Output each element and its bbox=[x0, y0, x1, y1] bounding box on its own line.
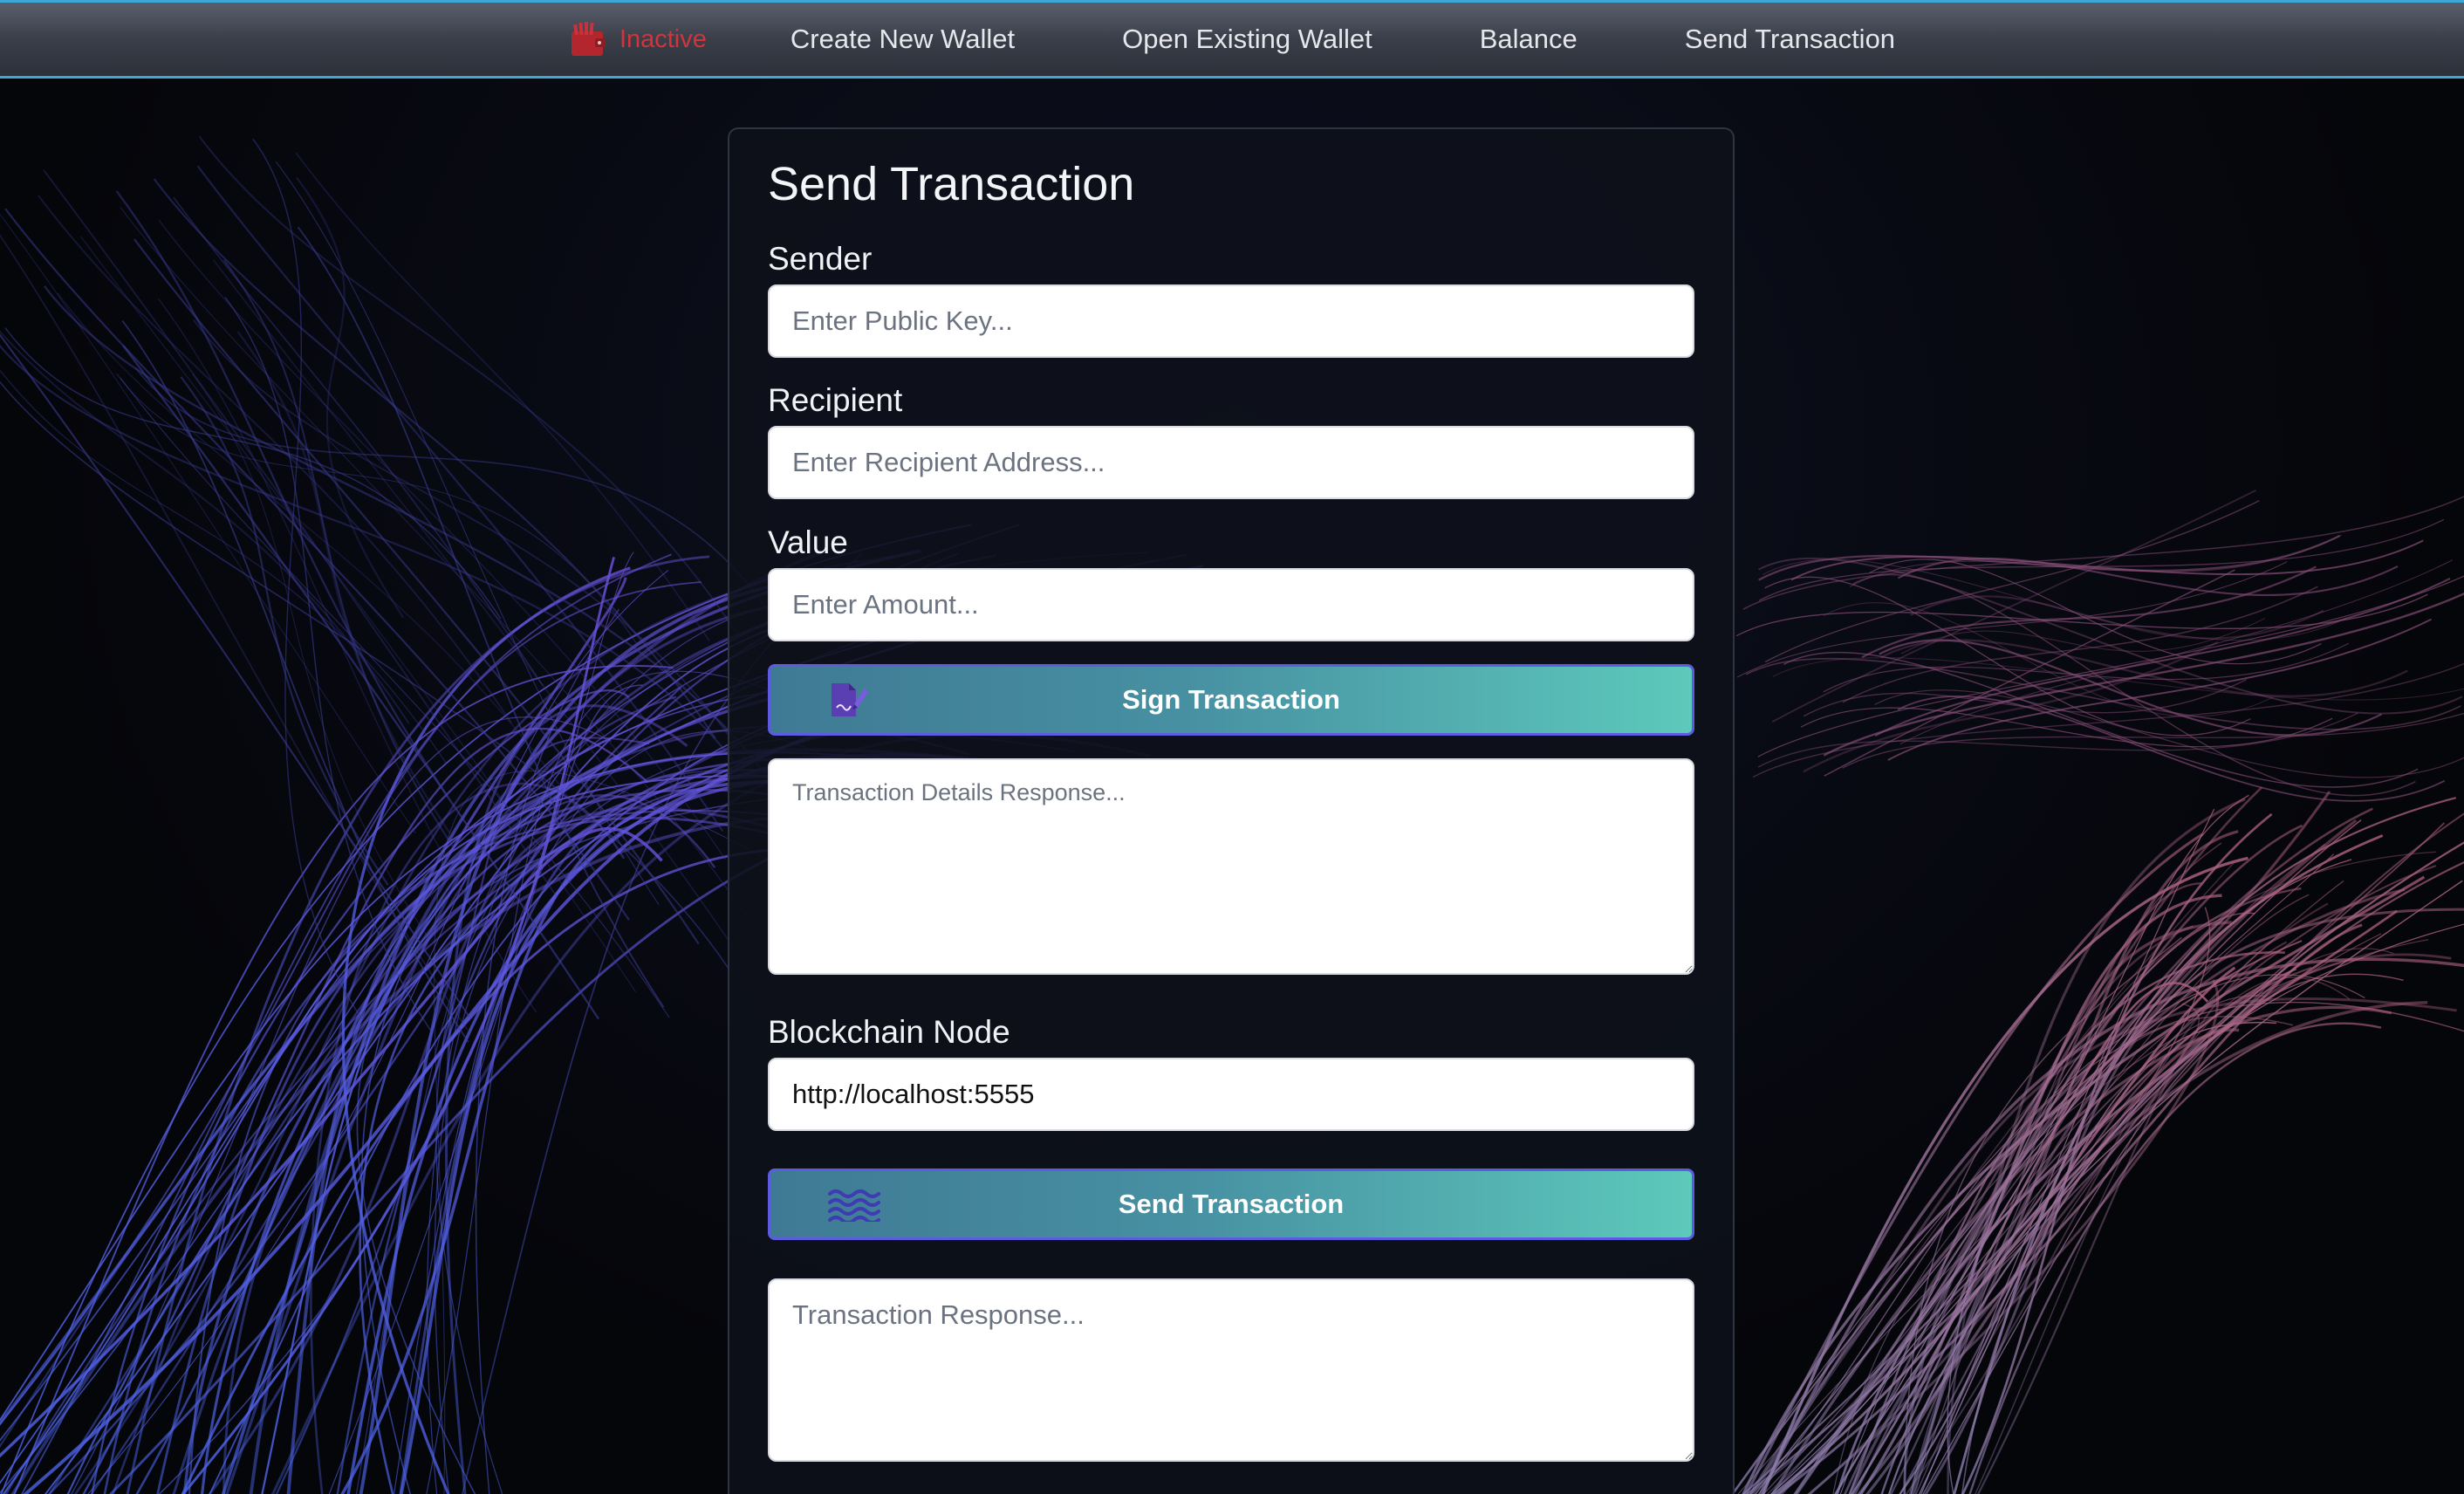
amount-input[interactable] bbox=[768, 568, 1694, 641]
blockchain-node-input[interactable] bbox=[768, 1058, 1694, 1131]
sender-input[interactable] bbox=[768, 284, 1694, 358]
send-transaction-button[interactable]: Send Transaction bbox=[768, 1168, 1694, 1240]
transaction-response-textarea[interactable] bbox=[768, 1278, 1694, 1462]
transaction-details-textarea[interactable] bbox=[768, 758, 1694, 975]
blockchain-node-label: Blockchain Node bbox=[768, 1014, 1010, 1050]
app-window: Inactive Create New Wallet Open Existing… bbox=[0, 0, 2464, 1494]
nav-open-wallet[interactable]: Open Existing Wallet bbox=[1122, 24, 1372, 55]
send-transaction-button-label: Send Transaction bbox=[1118, 1189, 1345, 1219]
wallet-status: Inactive bbox=[569, 19, 707, 59]
sign-transaction-button-label: Sign Transaction bbox=[1122, 684, 1340, 715]
top-navbar: Inactive Create New Wallet Open Existing… bbox=[0, 0, 2464, 79]
nav-create-wallet[interactable]: Create New Wallet bbox=[791, 24, 1015, 55]
nav-send-transaction[interactable]: Send Transaction bbox=[1685, 24, 1895, 55]
recipient-input[interactable] bbox=[768, 426, 1694, 499]
wallet-icon bbox=[571, 22, 606, 56]
waves-icon bbox=[828, 1189, 880, 1222]
signature-icon bbox=[832, 683, 868, 716]
send-transaction-card: Send Transaction Sender Recipient Value … bbox=[728, 127, 1735, 1494]
wallet-status-label: Inactive bbox=[619, 24, 707, 53]
nav-balance[interactable]: Balance bbox=[1480, 24, 1578, 55]
page-title: Send Transaction bbox=[768, 158, 1135, 210]
amount-label: Value bbox=[768, 524, 848, 560]
recipient-label: Recipient bbox=[768, 382, 903, 418]
sender-label: Sender bbox=[768, 241, 873, 277]
sign-transaction-button[interactable]: Sign Transaction bbox=[768, 664, 1694, 736]
